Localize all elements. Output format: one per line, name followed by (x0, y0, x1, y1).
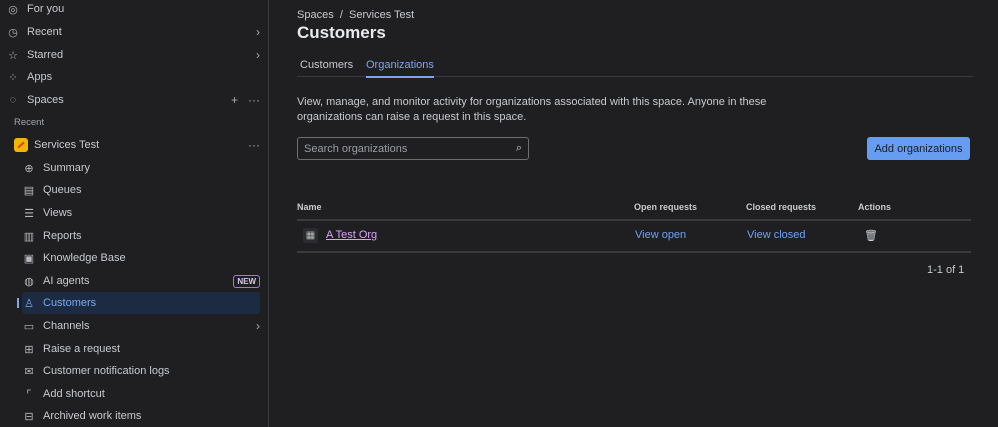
nav-summary[interactable]: ⊕ Summary (22, 157, 260, 179)
chart-icon: ▥ (23, 230, 35, 243)
chevron-right-icon: › (256, 25, 260, 39)
breadcrumb-spaces[interactable]: Spaces (297, 9, 334, 21)
queues-icon: ▤ (23, 184, 35, 197)
sidebar: ◎ For you ◷ Recent › ☆ Starred › ⁘ Apps ◌ Space… (0, 0, 269, 427)
page-title: Customers (297, 23, 386, 42)
description: View, manage, and monitor activity for o… (297, 96, 767, 123)
space-avatar-icon (14, 138, 28, 152)
nav-queues[interactable]: ▤ Queues (22, 179, 260, 201)
nav-views[interactable]: ☰ Views (22, 202, 260, 224)
globe-icon: ⊕ (24, 162, 34, 175)
archive-icon: ⊟ (24, 410, 34, 423)
pagination: 1-1 of 1 (927, 264, 965, 276)
book-icon: ▣ (23, 252, 35, 265)
more-icon[interactable]: ··· (248, 93, 260, 107)
col-closed: Closed requests (746, 202, 817, 212)
col-open: Open requests (634, 202, 698, 212)
nav-spaces[interactable]: ◌ Spaces + ··· (6, 89, 260, 111)
view-open-link[interactable]: View open (635, 229, 686, 241)
nav-reports[interactable]: ▥ Reports (22, 225, 260, 247)
space-services-test[interactable]: Services Test ··· (14, 134, 260, 156)
monitor-icon: ▭ (23, 320, 35, 333)
view-closed-link[interactable]: View closed (747, 229, 806, 241)
building-icon: ▦ (303, 228, 318, 243)
apps-icon: ⁘ (8, 71, 18, 84)
nav-recent[interactable]: ◷ Recent › (6, 21, 260, 43)
search-icon: ⌕ (515, 142, 522, 154)
more-icon[interactable]: ··· (248, 138, 260, 152)
search-input[interactable]: Search organizations ⌕ (297, 137, 529, 160)
new-badge: NEW (233, 274, 260, 288)
nav-for-you[interactable]: ◎ For you (6, 0, 260, 20)
breadcrumb: Spaces / Services Test (297, 9, 415, 21)
mail-icon: ✉ (24, 365, 34, 378)
chevron-right-icon: › (256, 319, 260, 333)
star-icon: ☆ (8, 49, 18, 62)
trash-icon[interactable]: 🗑 (864, 229, 878, 242)
org-link[interactable]: A Test Org (326, 229, 377, 241)
nav-knowledge-base[interactable]: ▣ Knowledge Base (22, 247, 260, 269)
nav-channels[interactable]: ▭ Channels › (22, 315, 260, 337)
nav-archived[interactable]: ⊟ Archived work items (22, 405, 260, 427)
ai-agent-icon: ◍ (24, 275, 34, 288)
add-space-icon[interactable]: + (231, 93, 238, 107)
add-organizations-button[interactable]: Add organizations (867, 137, 970, 160)
tab-organizations[interactable]: Organizations (366, 59, 434, 78)
divider (297, 251, 971, 253)
divider (297, 219, 971, 221)
recent-section-label: Recent (14, 117, 45, 128)
tabs: Customers Organizations (297, 57, 973, 78)
col-actions: Actions (858, 202, 892, 212)
tab-customers[interactable]: Customers (300, 59, 353, 76)
plus-square-icon: ⊞ (24, 343, 34, 356)
nav-customers[interactable]: ♙ Customers (17, 292, 260, 314)
list-icon: ☰ (24, 207, 34, 220)
nav-raise-request[interactable]: ⊞ Raise a request (22, 338, 260, 360)
chevron-right-icon: › (256, 48, 260, 62)
nav-apps[interactable]: ⁘ Apps (6, 66, 260, 88)
nav-notification-logs[interactable]: ✉ Customer notification logs (22, 360, 260, 382)
nav-starred[interactable]: ☆ Starred › (6, 44, 260, 66)
col-name[interactable]: Name (297, 202, 322, 212)
add-shortcut-icon: ⌜ (26, 388, 32, 401)
nav-add-shortcut[interactable]: ⌜ Add shortcut (22, 383, 260, 405)
user-circle-icon: ◎ (8, 3, 18, 16)
person-icon: ♙ (24, 297, 34, 310)
breadcrumb-space[interactable]: Services Test (349, 9, 414, 21)
nav-ai-agents[interactable]: ◍ AI agents NEW (22, 270, 260, 292)
planet-icon: ◌ (9, 94, 17, 106)
active-indicator (17, 298, 19, 308)
clock-icon: ◷ (8, 26, 18, 39)
